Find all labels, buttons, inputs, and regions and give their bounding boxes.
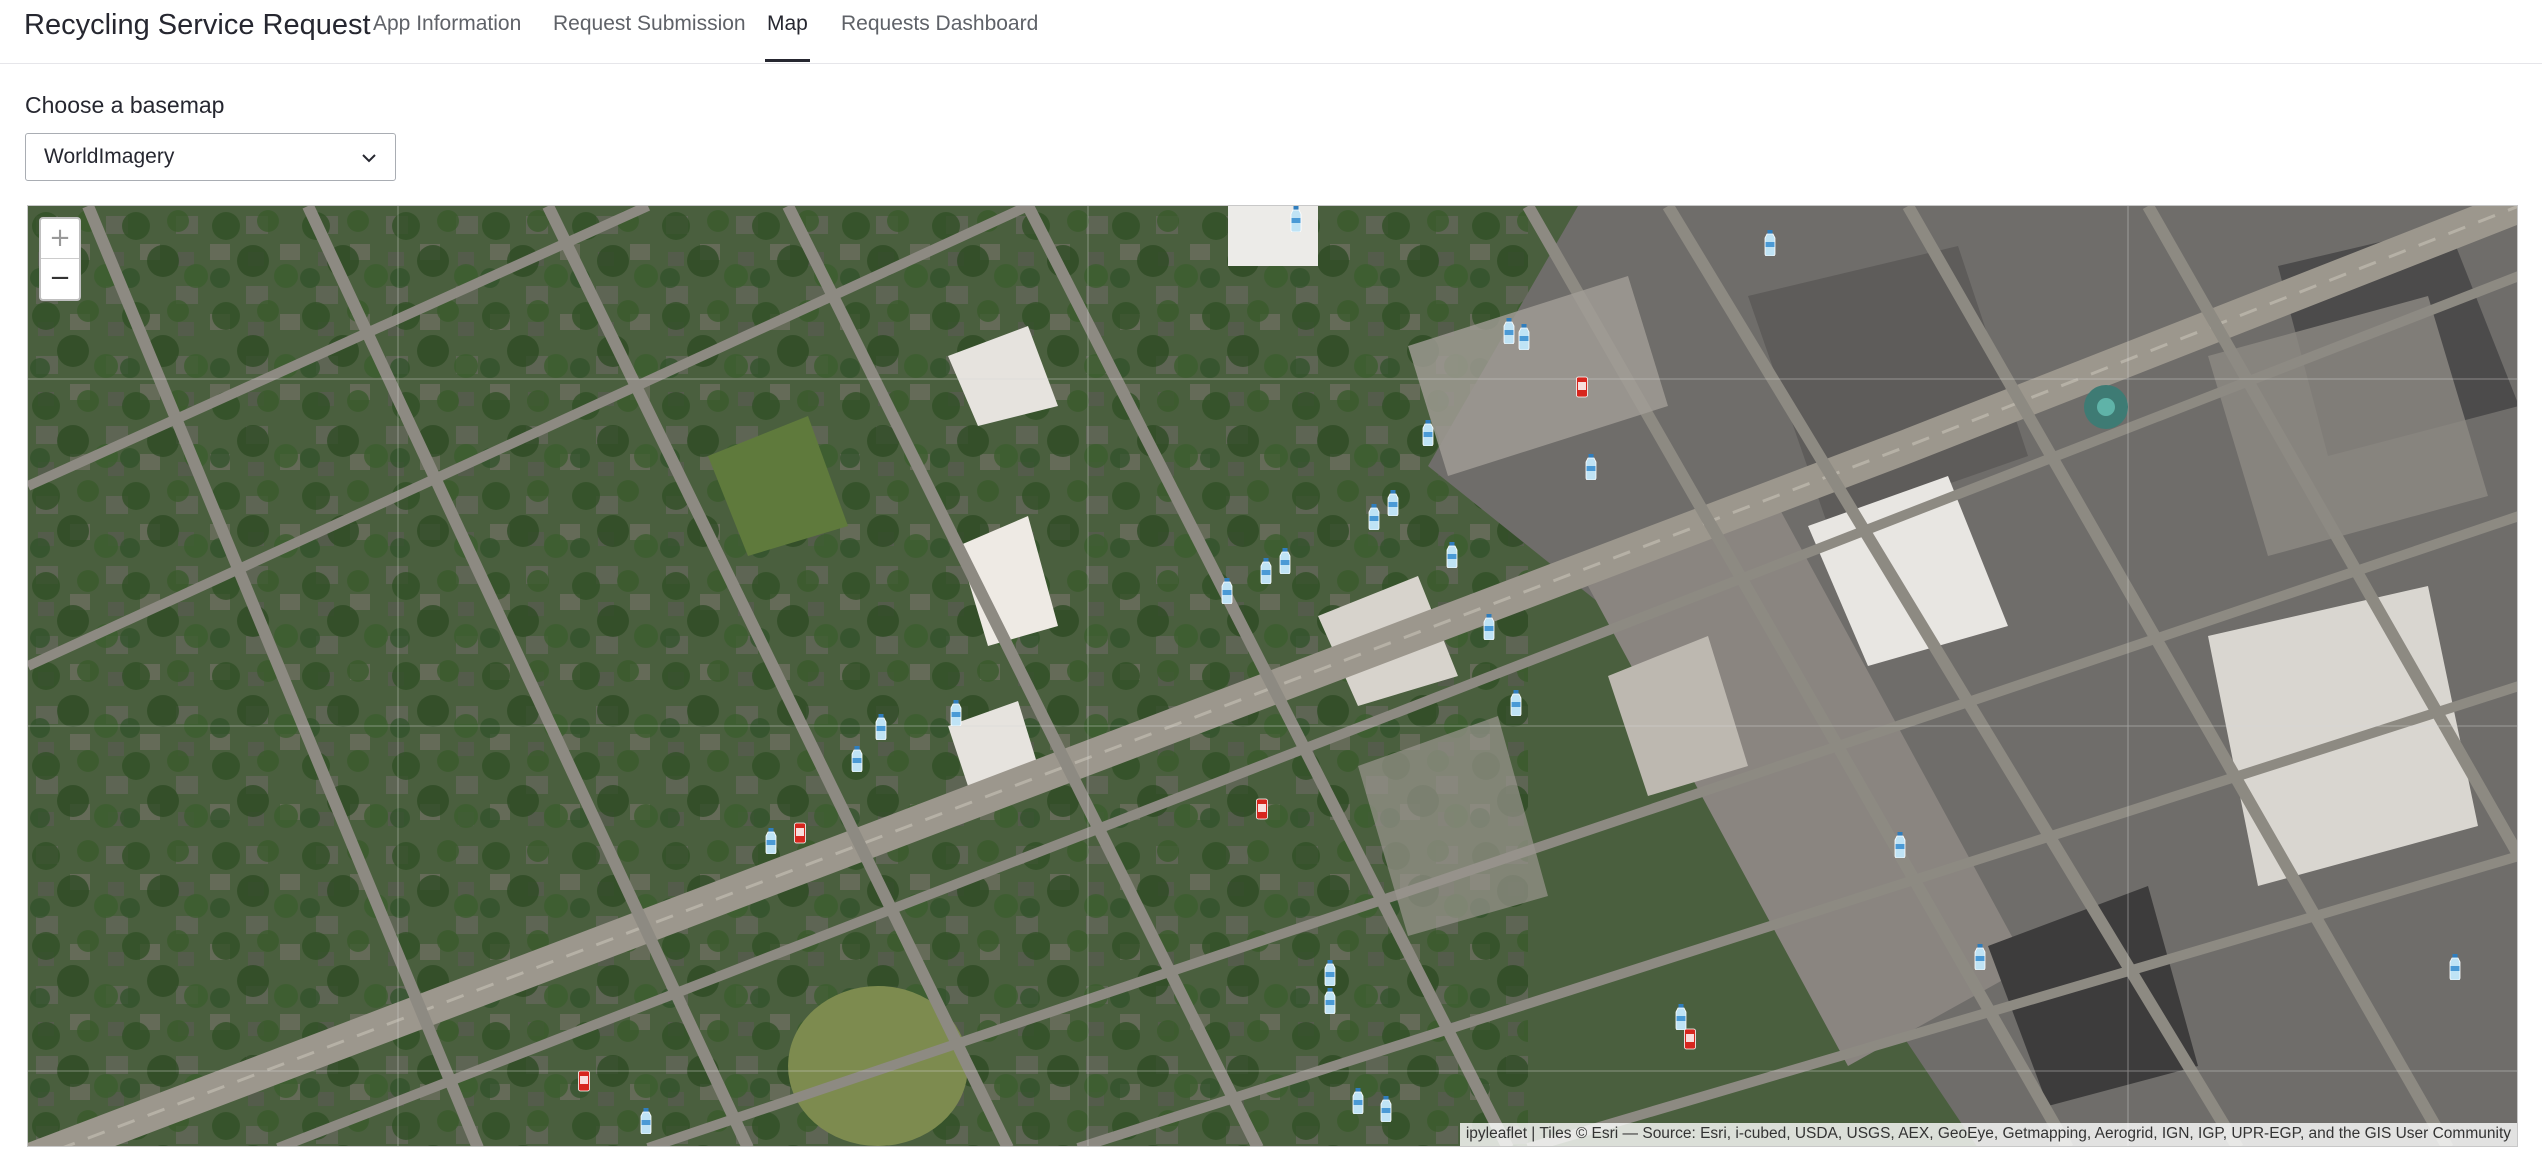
- zoom-control: + −: [39, 217, 81, 301]
- tab-requests-dashboard[interactable]: Requests Dashboard: [841, 12, 1038, 62]
- app-title: Recycling Service Request: [24, 9, 371, 41]
- soda-can-icon[interactable]: [794, 822, 806, 848]
- chevron-down-icon: [359, 148, 379, 168]
- water-bottle-icon[interactable]: [1352, 1088, 1364, 1114]
- water-bottle-icon[interactable]: [950, 700, 962, 726]
- water-bottle-icon[interactable]: [1518, 324, 1530, 350]
- basemap-selected-value: WorldImagery: [44, 145, 175, 168]
- water-bottle-icon[interactable]: [1894, 832, 1906, 858]
- water-bottle-icon[interactable]: [1290, 206, 1302, 232]
- water-bottle-icon[interactable]: [640, 1108, 652, 1134]
- water-bottle-icon[interactable]: [1974, 944, 1986, 970]
- water-bottle-icon[interactable]: [1510, 690, 1522, 716]
- water-bottle-icon[interactable]: [2449, 954, 2461, 980]
- water-bottle-icon[interactable]: [1503, 318, 1515, 344]
- water-bottle-icon[interactable]: [1380, 1096, 1392, 1122]
- satellite-imagery[interactable]: [28, 206, 2518, 1147]
- water-bottle-icon[interactable]: [1422, 420, 1434, 446]
- water-bottle-icon[interactable]: [1324, 988, 1336, 1014]
- water-bottle-icon[interactable]: [1221, 578, 1233, 604]
- tab-map[interactable]: Map: [765, 12, 810, 62]
- water-bottle-icon[interactable]: [1483, 614, 1495, 640]
- top-navigation: Recycling Service Request App Informatio…: [0, 0, 2542, 64]
- water-bottle-icon[interactable]: [1387, 490, 1399, 516]
- soda-can-icon[interactable]: [1256, 798, 1268, 824]
- basemap-select[interactable]: WorldImagery: [25, 133, 396, 181]
- zoom-out-button[interactable]: −: [41, 259, 79, 298]
- water-bottle-icon[interactable]: [1324, 960, 1336, 986]
- soda-can-icon[interactable]: [1576, 376, 1588, 402]
- soda-can-icon[interactable]: [1684, 1028, 1696, 1054]
- water-bottle-icon[interactable]: [1585, 454, 1597, 480]
- tab-request-submission[interactable]: Request Submission: [553, 12, 746, 62]
- water-bottle-icon[interactable]: [1260, 558, 1272, 584]
- water-bottle-icon[interactable]: [765, 828, 777, 854]
- map-view[interactable]: + − ipyleaflet | Tiles © Esri — Source: …: [27, 205, 2518, 1147]
- zoom-in-button[interactable]: +: [41, 219, 79, 259]
- soda-can-icon[interactable]: [578, 1070, 590, 1096]
- tab-app-information[interactable]: App Information: [373, 12, 521, 62]
- water-bottle-icon[interactable]: [875, 714, 887, 740]
- water-bottle-icon[interactable]: [1279, 548, 1291, 574]
- water-bottle-icon[interactable]: [1675, 1004, 1687, 1030]
- water-bottle-icon[interactable]: [1368, 504, 1380, 530]
- map-attribution: ipyleaflet | Tiles © Esri — Source: Esri…: [1459, 1123, 2517, 1146]
- basemap-label: Choose a basemap: [25, 92, 225, 118]
- water-bottle-icon[interactable]: [851, 746, 863, 772]
- water-bottle-icon[interactable]: [1764, 230, 1776, 256]
- water-bottle-icon[interactable]: [1446, 542, 1458, 568]
